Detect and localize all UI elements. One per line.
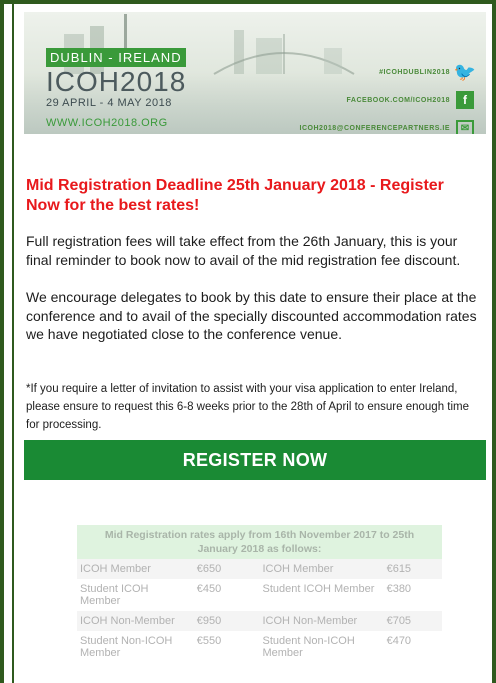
conference-dates: 29 APRIL - 4 MAY 2018 xyxy=(46,97,172,109)
rate-category: ICOH Non-Member xyxy=(259,611,384,631)
social-row-twitter[interactable]: #ICOHDUBLIN2018 🐦 xyxy=(254,60,476,84)
brand-block: DUBLIN - IRELAND ICOH2018 29 APRIL - 4 M… xyxy=(46,48,196,129)
rates-header: Mid Registration rates apply from 16th N… xyxy=(77,525,442,559)
rate-category: ICOH Member xyxy=(77,559,194,579)
social-row-facebook[interactable]: FACEBOOK.COM/ICOH2018 f xyxy=(254,88,474,112)
rate-price: €650 xyxy=(193,559,260,579)
conference-banner: DUBLIN - IRELAND ICOH2018 29 APRIL - 4 M… xyxy=(24,12,486,134)
facebook-icon[interactable]: f xyxy=(456,91,474,109)
social-links: #ICOHDUBLIN2018 🐦 FACEBOOK.COM/ICOH2018 … xyxy=(254,60,476,134)
city-tag: DUBLIN - IRELAND xyxy=(46,48,186,67)
deadline-headline: Mid Registration Deadline 25th January 2… xyxy=(26,177,444,214)
visa-note: *If you require a letter of invitation t… xyxy=(26,383,470,431)
mail-icon[interactable]: ✉ xyxy=(456,120,474,134)
website-link[interactable]: WWW.ICOH2018.ORG xyxy=(46,117,196,129)
twitter-icon[interactable]: 🐦 xyxy=(454,62,476,82)
register-now-button[interactable]: REGISTER NOW xyxy=(24,440,486,480)
delegates-paragraph: We encourage delegates to book by this d… xyxy=(26,289,477,342)
facebook-link[interactable]: FACEBOOK.COM/ICOH2018 xyxy=(347,97,450,104)
rate-category: ICOH Non-Member xyxy=(77,611,194,631)
rate-price: €615 xyxy=(383,559,442,579)
rate-price: €380 xyxy=(386,583,412,595)
frame-rule xyxy=(12,4,14,683)
rate-price: €950 xyxy=(193,611,260,631)
table-row: ICOH Member €650 ICOH Member €615 xyxy=(77,559,442,579)
twitter-handle[interactable]: #ICOHDUBLIN2018 xyxy=(379,69,450,76)
table-row: Student ICOH Member €450 Student ICOH Me… xyxy=(77,579,442,611)
rates-table: ICOH Member €650 ICOH Member €615 Studen… xyxy=(77,559,442,663)
fees-paragraph: Full registration fees will take effect … xyxy=(26,233,461,268)
rate-category: Student ICOH Member xyxy=(262,583,375,595)
rate-category: Student Non-ICOH Member xyxy=(262,635,355,659)
conference-title: ICOH2018 xyxy=(46,66,187,97)
rates-table-block: Mid Registration rates apply from 16th N… xyxy=(77,525,442,683)
rate-price: €450 xyxy=(196,583,222,595)
rate-price: €470 xyxy=(386,635,412,647)
table-row: ICOH Non-Member €950 ICOH Non-Member €70… xyxy=(77,611,442,631)
rate-price: €550 xyxy=(196,635,222,647)
rate-category: Student Non-ICOH Member xyxy=(80,635,173,659)
rate-category: ICOH Member xyxy=(259,559,384,579)
rate-price: €705 xyxy=(383,611,442,631)
rate-category: Student ICOH Member xyxy=(80,583,149,607)
email-address[interactable]: ICOH2018@CONFERENCEPARTNERS.IE xyxy=(300,125,450,132)
table-row: Student Non-ICOH Member €550 Student Non… xyxy=(77,631,442,663)
social-row-email[interactable]: ICOH2018@CONFERENCEPARTNERS.IE ✉ xyxy=(254,116,474,134)
